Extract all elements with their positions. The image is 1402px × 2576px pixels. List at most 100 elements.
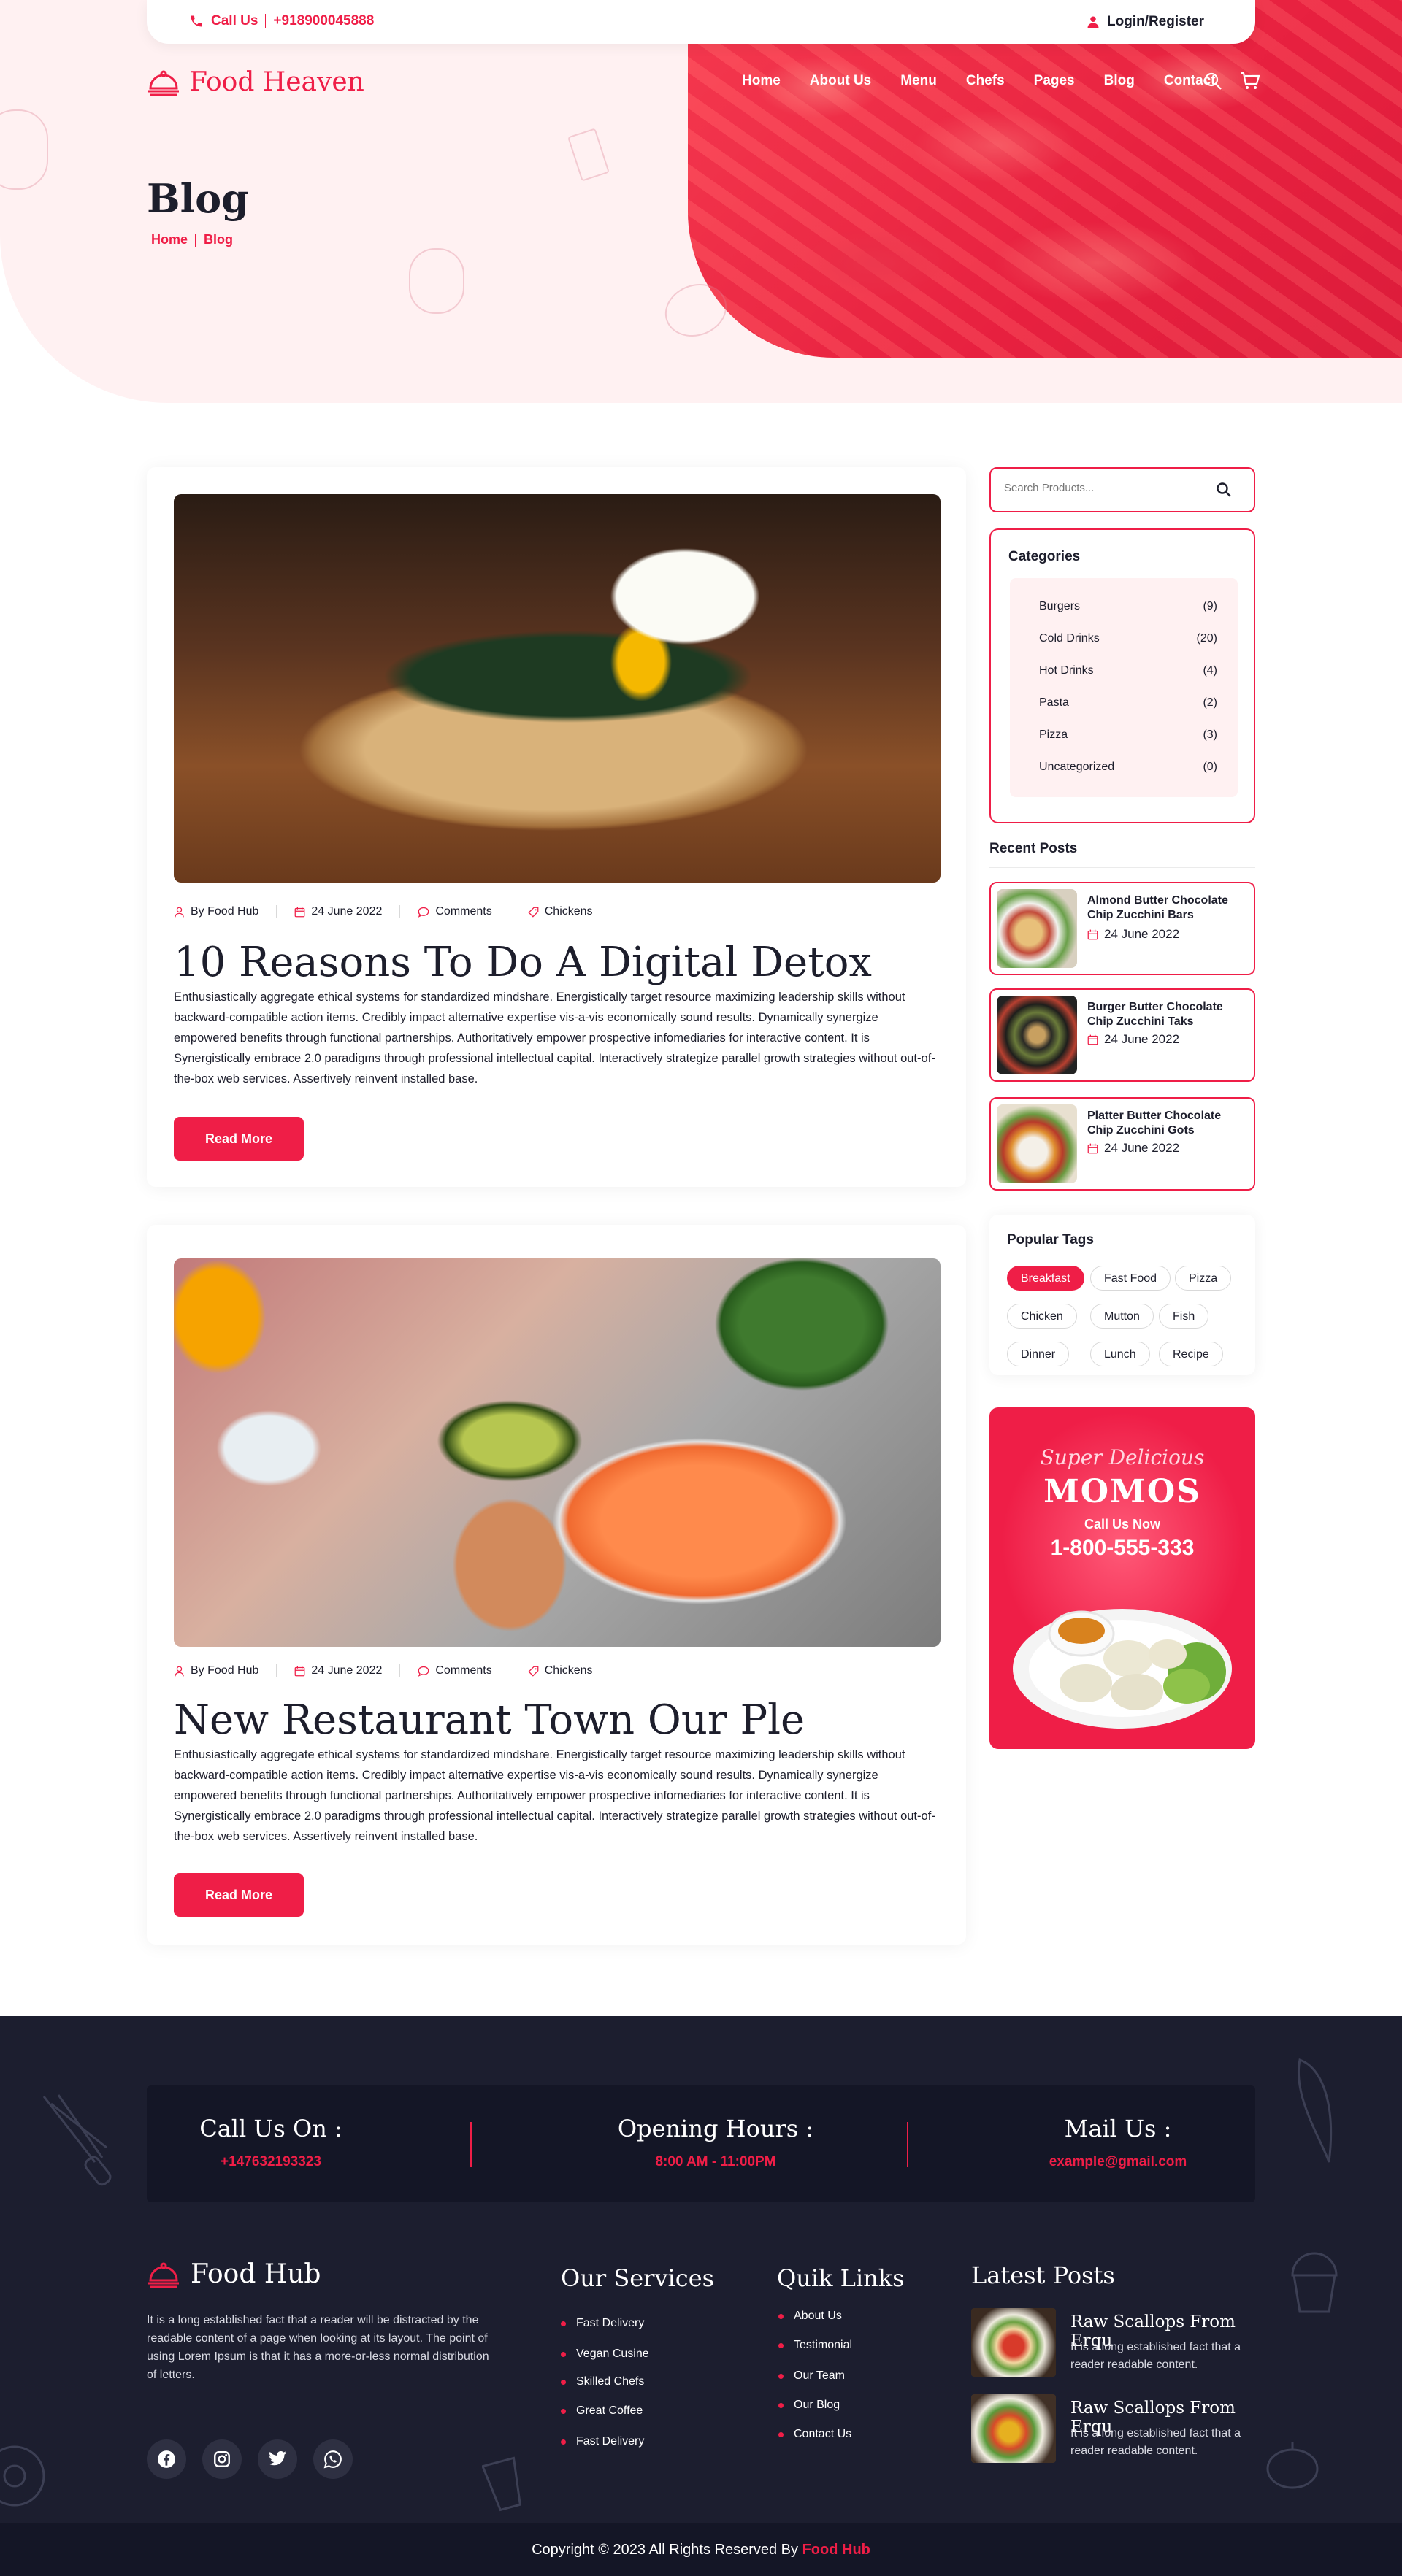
breadcrumb-home[interactable]: Home bbox=[151, 232, 188, 247]
nav-menu[interactable]: Menu bbox=[900, 73, 937, 89]
search-input[interactable] bbox=[1004, 482, 1208, 494]
copyright-brand-link[interactable]: Food Hub bbox=[802, 2542, 870, 2558]
tag-fast-food[interactable]: Fast Food bbox=[1090, 1266, 1171, 1291]
pumpkin-doodle-icon bbox=[1266, 2442, 1319, 2489]
cloche-icon bbox=[148, 2262, 179, 2288]
bullet bbox=[778, 2431, 784, 2437]
post-category[interactable]: Chickens bbox=[509, 905, 610, 918]
recent-post[interactable]: Burger Butter Chocolate Chip Zucchini Ta… bbox=[989, 988, 1255, 1082]
tag-pizza[interactable]: Pizza bbox=[1175, 1266, 1232, 1291]
category-count: (3) bbox=[1203, 728, 1217, 741]
call-us[interactable]: Call Us +918900045888 bbox=[189, 13, 374, 29]
facebook-link[interactable] bbox=[147, 2439, 186, 2479]
post-title[interactable]: 10 Reasons To Do A Digital Detox bbox=[174, 939, 872, 986]
service-link[interactable]: Fast Delivery bbox=[561, 2317, 644, 2330]
category-item[interactable]: Uncategorized (0) bbox=[1039, 761, 1217, 774]
tag-lunch[interactable]: Lunch bbox=[1090, 1342, 1150, 1366]
site-logo[interactable]: Food Heaven bbox=[147, 67, 364, 97]
comment-icon bbox=[418, 1666, 429, 1677]
services-title: Our Services bbox=[561, 2264, 715, 2292]
quick-link-label: Testimonial bbox=[794, 2339, 853, 2351]
contact-value[interactable]: +147632193323 bbox=[176, 2154, 366, 2170]
latest-post[interactable]: Raw Scallops From Erqu It is a long esta… bbox=[971, 2308, 1263, 2377]
recent-post-title: Burger Butter Chocolate Chip Zucchini Ta… bbox=[1087, 1001, 1223, 1028]
promo-banner-momos[interactable]: Super Delicious MOMOS Call Us Now 1-800-… bbox=[989, 1407, 1255, 1749]
calendar-icon bbox=[1087, 1143, 1098, 1153]
quick-link-label: Our Team bbox=[794, 2369, 845, 2382]
nav-icons bbox=[1203, 72, 1260, 91]
tag-dinner[interactable]: Dinner bbox=[1007, 1342, 1070, 1366]
quick-link[interactable]: Testimonial bbox=[778, 2339, 852, 2352]
category-name: Burgers bbox=[1039, 600, 1081, 612]
post-date: 24 June 2022 bbox=[276, 1664, 399, 1677]
tag-icon bbox=[528, 1666, 539, 1677]
post-excerpt: Enthusiastically aggregate ethical syste… bbox=[174, 991, 935, 1085]
post-comments[interactable]: Comments bbox=[399, 1664, 509, 1677]
service-link[interactable]: Fast Delivery bbox=[561, 2435, 644, 2448]
contact-value[interactable]: example@gmail.com bbox=[1023, 2154, 1213, 2170]
category-item[interactable]: Pasta (2) bbox=[1039, 696, 1217, 710]
post-author[interactable]: By Food Hub bbox=[174, 1664, 276, 1677]
breadcrumb-current: Blog bbox=[204, 232, 234, 247]
instagram-icon bbox=[214, 2451, 230, 2467]
twitter-link[interactable] bbox=[258, 2439, 297, 2479]
service-link[interactable]: Skilled Chefs bbox=[561, 2375, 644, 2388]
login-register-link[interactable]: Login/Register bbox=[1087, 14, 1204, 30]
nav-blog[interactable]: Blog bbox=[1104, 73, 1135, 89]
category-name: Cold Drinks bbox=[1039, 632, 1100, 645]
category-item[interactable]: Cold Drinks (20) bbox=[1039, 632, 1217, 645]
nav-home[interactable]: Home bbox=[742, 73, 781, 89]
search-icon[interactable] bbox=[1216, 482, 1232, 498]
category-item[interactable]: Burgers (9) bbox=[1039, 600, 1217, 613]
copyright-bar: Copyright © 2023 All Rights Reserved By … bbox=[0, 2523, 1402, 2576]
footer-logo[interactable]: Food Hub bbox=[147, 2259, 321, 2289]
instagram-link[interactable] bbox=[202, 2439, 242, 2479]
calendar-icon bbox=[1087, 1034, 1098, 1045]
quick-link[interactable]: Contact Us bbox=[778, 2428, 851, 2441]
post-author[interactable]: By Food Hub bbox=[174, 905, 276, 918]
nav-chefs[interactable]: Chefs bbox=[966, 73, 1005, 89]
quick-link[interactable]: Our Team bbox=[778, 2369, 845, 2383]
category-count: (0) bbox=[1203, 761, 1217, 773]
category-item[interactable]: Pizza (3) bbox=[1039, 728, 1217, 742]
post-image-salmon-ingredients[interactable] bbox=[174, 1258, 941, 1647]
categories-widget: Categories Burgers (9) Cold Drinks (20) Ho… bbox=[989, 528, 1255, 823]
recent-post[interactable]: Almond Butter Chocolate Chip Zucchini Ba… bbox=[989, 882, 1255, 975]
post-title[interactable]: New Restaurant Town Our Ple bbox=[174, 1696, 805, 1744]
bullet bbox=[561, 2351, 566, 2357]
read-more-button[interactable]: Read More bbox=[174, 1873, 304, 1917]
nav-about-us[interactable]: About Us bbox=[810, 73, 871, 89]
blog-post: By Food Hub 24 June 2022 Comments Chicke… bbox=[147, 1225, 966, 1945]
main-nav: Home About Us Menu Chefs Pages Blog Cont… bbox=[742, 73, 1216, 89]
read-more-button[interactable]: Read More bbox=[174, 1117, 304, 1161]
service-link[interactable]: Vegan Cusine bbox=[561, 2348, 649, 2361]
tag-fish[interactable]: Fish bbox=[1159, 1304, 1209, 1329]
user-icon bbox=[175, 907, 184, 917]
post-image-egg-toast[interactable] bbox=[174, 494, 941, 883]
post-category[interactable]: Chickens bbox=[509, 1664, 610, 1677]
search-icon[interactable] bbox=[1203, 72, 1222, 91]
post-comments[interactable]: Comments bbox=[399, 905, 509, 918]
donut-doodle-icon bbox=[0, 2445, 45, 2507]
category-count: (9) bbox=[1203, 600, 1217, 612]
quick-link[interactable]: About Us bbox=[778, 2310, 842, 2323]
tag-breakfast[interactable]: Breakfast bbox=[1007, 1266, 1084, 1291]
strawberry-doodle-icon bbox=[0, 109, 48, 190]
latest-post[interactable]: Raw Scallops From Erqu It is a long esta… bbox=[971, 2394, 1263, 2463]
quick-link[interactable]: Our Blog bbox=[778, 2399, 840, 2412]
tag-chicken[interactable]: Chicken bbox=[1007, 1304, 1077, 1329]
whatsapp-link[interactable] bbox=[313, 2439, 353, 2479]
nav-pages[interactable]: Pages bbox=[1034, 73, 1075, 89]
strawberry-doodle-icon bbox=[409, 248, 464, 314]
service-link[interactable]: Great Coffee bbox=[561, 2404, 643, 2418]
contact-heading: Mail Us : bbox=[1064, 2115, 1172, 2142]
recent-post[interactable]: Platter Butter Chocolate Chip Zucchini G… bbox=[989, 1097, 1255, 1191]
latest-post-thumbnail bbox=[971, 2394, 1056, 2463]
top-bar: Call Us +918900045888 Login/Register bbox=[147, 0, 1255, 44]
divider bbox=[907, 2122, 908, 2167]
category-count: (4) bbox=[1203, 664, 1217, 677]
category-item[interactable]: Hot Drinks (4) bbox=[1039, 664, 1217, 677]
tag-recipe[interactable]: Recipe bbox=[1159, 1342, 1223, 1366]
tag-mutton[interactable]: Mutton bbox=[1090, 1304, 1154, 1329]
cart-icon[interactable] bbox=[1240, 72, 1260, 91]
